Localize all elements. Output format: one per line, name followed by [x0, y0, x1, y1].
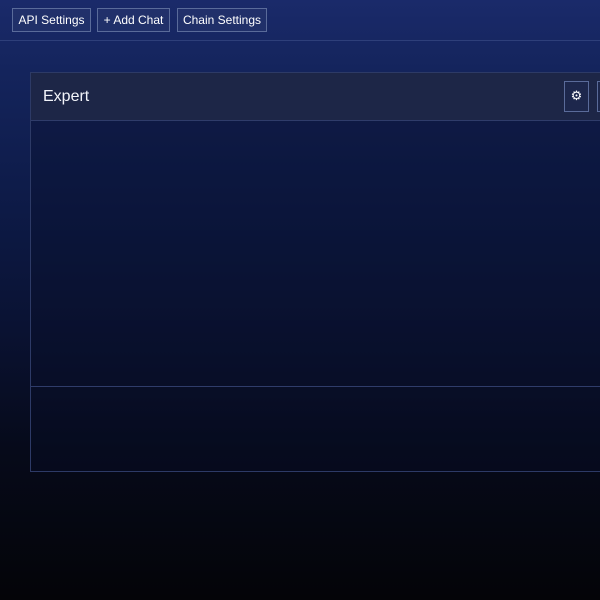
chain-settings-button[interactable]: Chain Settings	[177, 8, 267, 32]
chat-panel-header: Expert ⚙	[31, 73, 600, 121]
chat-panel: Expert ⚙	[30, 72, 600, 472]
chat-input-area[interactable]	[31, 386, 600, 471]
api-settings-button[interactable]: API Settings	[12, 8, 91, 32]
chat-panel-title: Expert	[43, 88, 90, 105]
chat-settings-button[interactable]: ⚙	[564, 81, 589, 112]
top-toolbar: API Settings + Add Chat Chain Settings	[0, 0, 600, 41]
gear-icon: ⚙	[570, 89, 583, 104]
add-chat-button[interactable]: + Add Chat	[97, 8, 170, 32]
chat-messages-area[interactable]	[31, 121, 600, 386]
